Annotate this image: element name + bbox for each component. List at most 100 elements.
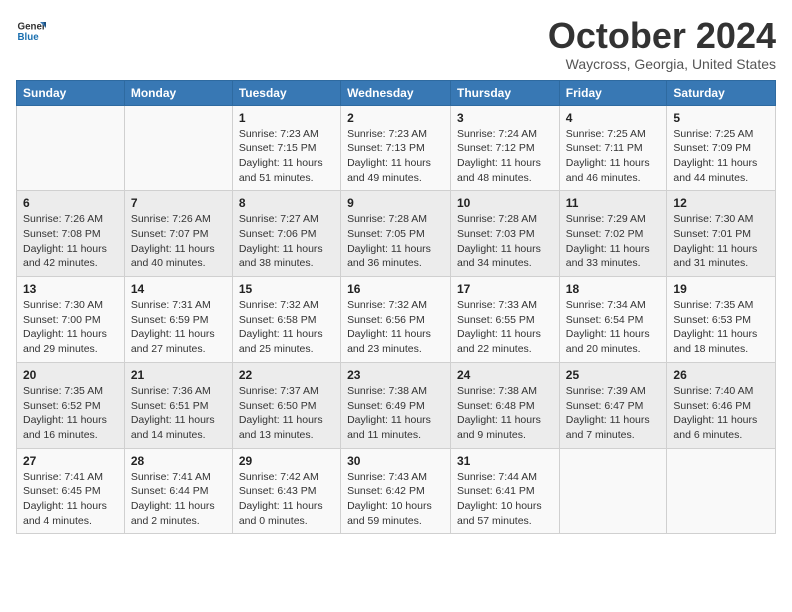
day-number: 26: [673, 368, 769, 382]
weekday-header: Saturday: [667, 80, 776, 105]
day-info: Sunrise: 7:25 AM Sunset: 7:09 PM Dayligh…: [673, 127, 769, 186]
calendar-cell: 16 Sunrise: 7:32 AM Sunset: 6:56 PM Dayli…: [341, 277, 451, 363]
calendar-cell: 24Sunrise: 7:38 AM Sunset: 6:48 PM Dayli…: [451, 362, 560, 448]
day-info: Sunrise: 7:35 AM Sunset: 6:52 PM Dayligh…: [23, 384, 118, 443]
day-info: Sunrise: 7:37 AM Sunset: 6:50 PM Dayligh…: [239, 384, 334, 443]
calendar-cell: 30 Sunrise: 7:43 AM Sunset: 6:42 PM Dayli…: [341, 448, 451, 534]
calendar-cell: 12Sunrise: 7:30 AM Sunset: 7:01 PM Dayli…: [667, 191, 776, 277]
calendar-cell: 6 Sunrise: 7:26 AM Sunset: 7:08 PM Daylig…: [17, 191, 125, 277]
calendar-cell: 31 Sunrise: 7:44 AM Sunset: 6:41 PM Dayli…: [451, 448, 560, 534]
day-info: Sunrise: 7:29 AM Sunset: 7:02 PM Dayligh…: [566, 212, 661, 271]
calendar-cell: 4Sunrise: 7:25 AM Sunset: 7:11 PM Daylig…: [559, 105, 667, 191]
day-number: 5: [673, 111, 769, 125]
day-number: 13: [23, 282, 118, 296]
calendar-cell: 11 Sunrise: 7:29 AM Sunset: 7:02 PM Dayli…: [559, 191, 667, 277]
calendar-cell: 8Sunrise: 7:27 AM Sunset: 7:06 PM Daylig…: [232, 191, 340, 277]
calendar-week: 1 Sunrise: 7:23 AM Sunset: 7:15 PM Daylig…: [17, 105, 776, 191]
title-block: October 2024 Waycross, Georgia, United S…: [548, 16, 776, 72]
day-number: 21: [131, 368, 226, 382]
day-info: Sunrise: 7:23 AM Sunset: 7:13 PM Dayligh…: [347, 127, 444, 186]
day-number: 9: [347, 196, 444, 210]
day-info: Sunrise: 7:23 AM Sunset: 7:15 PM Dayligh…: [239, 127, 334, 186]
day-info: Sunrise: 7:40 AM Sunset: 6:46 PM Dayligh…: [673, 384, 769, 443]
location: Waycross, Georgia, United States: [548, 56, 776, 72]
day-info: Sunrise: 7:41 AM Sunset: 6:45 PM Dayligh…: [23, 470, 118, 529]
day-info: Sunrise: 7:34 AM Sunset: 6:54 PM Dayligh…: [566, 298, 661, 357]
day-info: Sunrise: 7:32 AM Sunset: 6:58 PM Dayligh…: [239, 298, 334, 357]
day-info: Sunrise: 7:26 AM Sunset: 7:08 PM Dayligh…: [23, 212, 118, 271]
day-number: 20: [23, 368, 118, 382]
day-number: 31: [457, 454, 553, 468]
day-info: Sunrise: 7:32 AM Sunset: 6:56 PM Dayligh…: [347, 298, 444, 357]
day-info: Sunrise: 7:31 AM Sunset: 6:59 PM Dayligh…: [131, 298, 226, 357]
calendar-cell: 25 Sunrise: 7:39 AM Sunset: 6:47 PM Dayli…: [559, 362, 667, 448]
weekday-header: Wednesday: [341, 80, 451, 105]
day-number: 14: [131, 282, 226, 296]
day-info: Sunrise: 7:41 AM Sunset: 6:44 PM Dayligh…: [131, 470, 226, 529]
day-number: 25: [566, 368, 661, 382]
day-info: Sunrise: 7:30 AM Sunset: 7:01 PM Dayligh…: [673, 212, 769, 271]
calendar-cell: [667, 448, 776, 534]
calendar-cell: [124, 105, 232, 191]
day-info: Sunrise: 7:25 AM Sunset: 7:11 PM Dayligh…: [566, 127, 661, 186]
page-header: General Blue October 2024 Waycross, Geor…: [16, 16, 776, 72]
day-number: 17: [457, 282, 553, 296]
logo-icon: General Blue: [16, 16, 46, 46]
day-info: Sunrise: 7:28 AM Sunset: 7:05 PM Dayligh…: [347, 212, 444, 271]
weekday-header: Monday: [124, 80, 232, 105]
day-info: Sunrise: 7:33 AM Sunset: 6:55 PM Dayligh…: [457, 298, 553, 357]
day-info: Sunrise: 7:44 AM Sunset: 6:41 PM Dayligh…: [457, 470, 553, 529]
calendar-cell: 13 Sunrise: 7:30 AM Sunset: 7:00 PM Dayli…: [17, 277, 125, 363]
calendar-week: 27 Sunrise: 7:41 AM Sunset: 6:45 PM Dayli…: [17, 448, 776, 534]
calendar-cell: [559, 448, 667, 534]
day-info: Sunrise: 7:38 AM Sunset: 6:49 PM Dayligh…: [347, 384, 444, 443]
day-number: 16: [347, 282, 444, 296]
calendar-cell: 29 Sunrise: 7:42 AM Sunset: 6:43 PM Dayli…: [232, 448, 340, 534]
weekday-header: Tuesday: [232, 80, 340, 105]
calendar-cell: 5 Sunrise: 7:25 AM Sunset: 7:09 PM Daylig…: [667, 105, 776, 191]
day-number: 10: [457, 196, 553, 210]
day-info: Sunrise: 7:35 AM Sunset: 6:53 PM Dayligh…: [673, 298, 769, 357]
month-title: October 2024: [548, 16, 776, 56]
calendar-cell: 17 Sunrise: 7:33 AM Sunset: 6:55 PM Dayli…: [451, 277, 560, 363]
day-info: Sunrise: 7:39 AM Sunset: 6:47 PM Dayligh…: [566, 384, 661, 443]
day-number: 29: [239, 454, 334, 468]
calendar-week: 6 Sunrise: 7:26 AM Sunset: 7:08 PM Daylig…: [17, 191, 776, 277]
day-number: 30: [347, 454, 444, 468]
day-number: 7: [131, 196, 226, 210]
day-number: 24: [457, 368, 553, 382]
calendar-cell: 1 Sunrise: 7:23 AM Sunset: 7:15 PM Daylig…: [232, 105, 340, 191]
day-number: 6: [23, 196, 118, 210]
calendar-cell: 9 Sunrise: 7:28 AM Sunset: 7:05 PM Daylig…: [341, 191, 451, 277]
calendar-cell: 15 Sunrise: 7:32 AM Sunset: 6:58 PM Dayli…: [232, 277, 340, 363]
weekday-header: Friday: [559, 80, 667, 105]
calendar-cell: 26 Sunrise: 7:40 AM Sunset: 6:46 PM Dayli…: [667, 362, 776, 448]
calendar-cell: 22 Sunrise: 7:37 AM Sunset: 6:50 PM Dayli…: [232, 362, 340, 448]
day-number: 27: [23, 454, 118, 468]
day-number: 11: [566, 196, 661, 210]
calendar-cell: 23 Sunrise: 7:38 AM Sunset: 6:49 PM Dayli…: [341, 362, 451, 448]
day-number: 28: [131, 454, 226, 468]
day-number: 2: [347, 111, 444, 125]
calendar-week: 20 Sunrise: 7:35 AM Sunset: 6:52 PM Dayli…: [17, 362, 776, 448]
day-info: Sunrise: 7:42 AM Sunset: 6:43 PM Dayligh…: [239, 470, 334, 529]
weekday-header: Sunday: [17, 80, 125, 105]
day-number: 8: [239, 196, 334, 210]
calendar-cell: 14 Sunrise: 7:31 AM Sunset: 6:59 PM Dayli…: [124, 277, 232, 363]
day-number: 18: [566, 282, 661, 296]
day-info: Sunrise: 7:26 AM Sunset: 7:07 PM Dayligh…: [131, 212, 226, 271]
day-number: 1: [239, 111, 334, 125]
day-number: 15: [239, 282, 334, 296]
calendar-cell: 10Sunrise: 7:28 AM Sunset: 7:03 PM Dayli…: [451, 191, 560, 277]
day-info: Sunrise: 7:30 AM Sunset: 7:00 PM Dayligh…: [23, 298, 118, 357]
calendar-week: 13 Sunrise: 7:30 AM Sunset: 7:00 PM Dayli…: [17, 277, 776, 363]
calendar-cell: [17, 105, 125, 191]
logo: General Blue: [16, 16, 46, 46]
calendar-table: SundayMondayTuesdayWednesdayThursdayFrid…: [16, 80, 776, 535]
day-info: Sunrise: 7:43 AM Sunset: 6:42 PM Dayligh…: [347, 470, 444, 529]
calendar-cell: 18 Sunrise: 7:34 AM Sunset: 6:54 PM Dayli…: [559, 277, 667, 363]
calendar-cell: 28 Sunrise: 7:41 AM Sunset: 6:44 PM Dayli…: [124, 448, 232, 534]
day-number: 23: [347, 368, 444, 382]
day-number: 22: [239, 368, 334, 382]
calendar-cell: 7 Sunrise: 7:26 AM Sunset: 7:07 PM Daylig…: [124, 191, 232, 277]
